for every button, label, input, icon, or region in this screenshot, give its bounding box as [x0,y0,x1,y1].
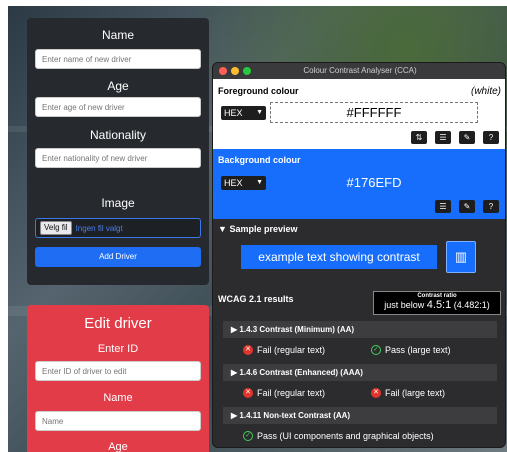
foreground-format-select[interactable]: HEX ▼ [221,106,266,120]
zoom-window-button[interactable] [243,67,251,75]
swap-colours-icon[interactable]: ⇅ [411,131,427,144]
contrast-ratio-box: Contrast ratio just below 4.5:1 (4.482:1… [373,291,501,315]
result-text: Fail (regular text) [257,388,326,398]
add-driver-button[interactable]: Add Driver [35,247,201,267]
driver-name-input[interactable] [35,49,201,69]
triangle-right-icon: ▶ [231,325,238,334]
ratio-threshold: 4.5:1 [426,299,452,311]
background-hex-value[interactable]: #176EFD [270,175,478,190]
name-label: Name [101,28,134,42]
choose-file-button[interactable]: Velg fil [40,221,72,235]
sample-preview-text: example text showing contrast [241,245,437,269]
ratio-prefix: just below [384,300,425,310]
wcag-results-title: WCAG 2.1 results [218,294,294,304]
criterion-1-4-3-toggle[interactable]: ▶ 1.4.3 Contrast (Minimum) (AA) [223,321,497,338]
minimize-window-button[interactable] [231,67,239,75]
sliders-icon[interactable]: ☰ [435,131,451,144]
background-title: Background colour [218,155,301,165]
background-section: Background colour HEX ▼ #176EFD ☰ ✎ ? [213,149,505,219]
window-title: Colour Contrast Analyser (CCA) [303,66,417,75]
sample-preview-title: Sample preview [229,224,298,234]
foreground-colour-name: (white) [470,86,501,97]
result-pass-large: ✓ Pass (large text) [371,345,451,355]
eyedropper-icon[interactable]: ✎ [459,200,475,213]
chevron-down-icon: ▼ [256,179,263,186]
triangle-down-icon: ▼ [218,224,227,234]
ratio-exact: (4.482:1) [453,300,490,310]
foreground-format-value: HEX [224,108,243,118]
foreground-title: Foreground colour [218,86,299,96]
add-driver-form: Name Age Nationality Image Velg fil Inge… [27,18,209,285]
edit-name-label: Name [103,392,133,404]
close-window-button[interactable] [219,67,227,75]
edit-age-label: Age [108,441,128,452]
help-icon[interactable]: ? [483,131,499,144]
foreground-section: Foreground colour (white) HEX ▼ #FFFFFF … [213,79,505,149]
chevron-down-icon: ▼ [256,109,263,116]
result-text: Pass (UI components and graphical object… [257,431,434,441]
enter-id-label: Enter ID [97,343,139,355]
criterion-1-4-11-toggle[interactable]: ▶ 1.4.11 Non-text Contrast (AA) [223,407,497,424]
background-format-value: HEX [224,178,243,188]
driver-nationality-input[interactable] [35,148,201,168]
eyedropper-icon[interactable]: ✎ [459,131,475,144]
sample-preview-toggle[interactable]: ▼ Sample preview [218,224,297,234]
cca-titlebar[interactable]: Colour Contrast Analyser (CCA) [213,63,505,79]
help-icon[interactable]: ? [483,200,499,213]
fail-icon: ✕ [243,345,253,355]
pass-icon: ✓ [243,431,253,441]
fail-icon: ✕ [243,388,253,398]
contrast-ratio-value: just below 4.5:1 (4.482:1) [374,299,500,311]
result-text: Fail (regular text) [257,345,326,355]
triangle-right-icon: ▶ [231,411,238,420]
driver-age-input[interactable] [35,97,201,117]
foreground-hex-value[interactable]: #FFFFFF [270,102,478,123]
result-pass-ui: ✓ Pass (UI components and graphical obje… [243,431,434,441]
cca-window: Colour Contrast Analyser (CCA) Foregroun… [212,62,506,448]
criterion-title: 1.4.11 Non-text Contrast (AA) [239,411,351,420]
edit-driver-title: Edit driver [84,315,152,332]
image-file-picker[interactable]: Velg fil Ingen fil valgt [35,218,201,238]
sliders-icon[interactable]: ☰ [435,200,451,213]
edit-name-input[interactable] [35,411,201,431]
sample-preview-image-icon[interactable]: ▥ [446,241,476,273]
nationality-label: Nationality [89,128,147,142]
edit-driver-form: Edit driver Enter ID Name Age [27,305,209,452]
result-fail-large: ✕ Fail (large text) [371,388,445,398]
result-text: Fail (large text) [385,388,446,398]
age-label: Age [107,79,129,93]
result-text: Pass (large text) [385,345,451,355]
criterion-title: 1.4.6 Contrast (Enhanced) (AAA) [239,368,363,377]
background-format-select[interactable]: HEX ▼ [221,176,266,190]
triangle-right-icon: ▶ [231,368,238,377]
image-label: Image [101,196,135,210]
file-status-text: Ingen fil valgt [75,223,123,233]
result-fail-regular: ✕ Fail (regular text) [243,345,325,355]
criterion-1-4-6-toggle[interactable]: ▶ 1.4.6 Contrast (Enhanced) (AAA) [223,364,497,381]
pass-icon: ✓ [371,345,381,355]
criterion-title: 1.4.3 Contrast (Minimum) (AA) [239,325,355,334]
driver-id-input[interactable] [35,361,201,381]
result-fail-regular: ✕ Fail (regular text) [243,388,325,398]
fail-icon: ✕ [371,388,381,398]
